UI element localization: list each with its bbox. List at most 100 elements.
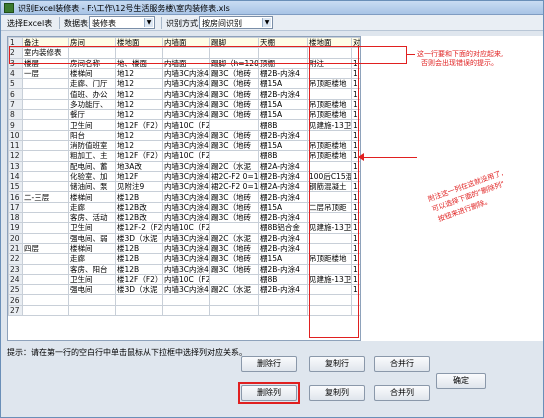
table-cell[interactable] [22, 263, 69, 275]
table-cell[interactable]: 楼12B [115, 253, 163, 265]
table-cell[interactable]: 踢3C（地砖 [209, 139, 259, 152]
table-cell[interactable]: 棚2B-内涂4 [258, 212, 308, 224]
row-number[interactable]: 18 [8, 212, 23, 224]
table-cell[interactable]: 踢2C（水泥 [209, 160, 259, 172]
row-number[interactable]: 5 [8, 78, 23, 90]
row-number[interactable]: 14 [8, 170, 23, 183]
table-cell[interactable]: 棚2B-内涂4 [258, 67, 308, 80]
table-cell[interactable]: 内墙3C内涂4 [162, 78, 210, 90]
merge-column-button[interactable]: 合并列 [374, 385, 430, 401]
table-cell[interactable]: 内墙3C内涂4 [162, 191, 210, 203]
table-cell[interactable]: 地3A改 [115, 160, 163, 172]
table-cell[interactable]: 踢3C（地砖 [209, 98, 259, 111]
table-cell[interactable]: 地12 [115, 78, 163, 90]
table-cell[interactable]: 地12 [115, 88, 163, 100]
table-cell[interactable] [22, 232, 69, 244]
table-cell[interactable]: 踢2C（水泥 [209, 232, 259, 244]
row-number[interactable]: 24 [8, 273, 23, 286]
table-cell[interactable]: 卫生间 [68, 273, 116, 286]
row-number[interactable]: 17 [8, 201, 23, 214]
table-cell[interactable]: 地12F（F2） [115, 150, 163, 162]
table-cell[interactable] [22, 212, 69, 224]
table-cell[interactable] [209, 119, 259, 131]
table-cell[interactable]: 踢2C（水泥 [209, 284, 259, 296]
row-number[interactable]: 12 [8, 150, 23, 162]
table-cell[interactable]: 踢3C（地砖 [209, 78, 259, 90]
table-cell[interactable] [258, 304, 308, 317]
table-cell[interactable]: 内墙3C内涂4 [162, 129, 210, 141]
table-cell[interactable]: 内墙10C（F2 [162, 222, 210, 234]
table-cell[interactable]: 棚2B-内涂4 [258, 232, 308, 244]
table-cell[interactable] [209, 304, 259, 317]
row-number[interactable]: 6 [8, 88, 23, 100]
table-cell[interactable]: 内墙3C内涂4 [162, 242, 210, 255]
table-cell[interactable]: 踢3C（地砖 [209, 191, 259, 203]
row-number[interactable]: 27 [8, 304, 23, 317]
table-cell[interactable]: 阳台 [68, 129, 116, 141]
table-cell[interactable]: 走廊 [68, 201, 116, 214]
table-cell[interactable]: 地12 [115, 129, 163, 141]
table-cell[interactable]: 内墙10C（F2 [162, 273, 210, 286]
table-cell[interactable] [162, 294, 210, 306]
identify-method-select[interactable]: 按房间识别 ▼ [199, 16, 273, 29]
table-cell[interactable]: 内墙3C内涂4 [162, 253, 210, 265]
table-cell[interactable]: 地12F [115, 170, 163, 183]
table-cell[interactable]: 一层 [22, 67, 69, 80]
table-cell[interactable]: 楼12F-2（F2） [115, 222, 163, 234]
table-cell[interactable] [209, 222, 259, 234]
table-cell[interactable] [22, 222, 69, 234]
table-cell[interactable] [22, 119, 69, 131]
table-cell[interactable] [22, 170, 69, 183]
table-cell[interactable] [68, 294, 116, 306]
table-cell[interactable]: 内墙3C内涂4 [162, 201, 210, 214]
table-cell[interactable]: 内墙3C内涂4 [162, 160, 210, 172]
table-cell[interactable] [22, 78, 69, 90]
row-number[interactable]: 25 [8, 284, 23, 296]
data-grid[interactable]: 1备注房间楼地面内墙面踢脚天棚楼地面对应楼层2室内装修表3楼层房间名称地、楼面内… [7, 36, 361, 341]
table-cell[interactable]: 楼12B [115, 191, 163, 203]
table-cell[interactable]: 粗加工、主 [68, 150, 116, 162]
table-cell[interactable] [68, 304, 116, 317]
table-cell[interactable] [115, 304, 163, 317]
row-number[interactable]: 22 [8, 253, 23, 265]
table-cell[interactable] [22, 88, 69, 100]
table-cell[interactable]: 棚15A [258, 78, 308, 90]
table-cell[interactable]: 消防值班室 [68, 139, 116, 152]
table-cell[interactable]: 内墙3C内涂4 [162, 98, 210, 111]
table-cell[interactable]: 内墙10C（F2 [162, 150, 210, 162]
row-number[interactable]: 11 [8, 139, 23, 152]
table-cell[interactable]: 棚15A [258, 253, 308, 265]
table-cell[interactable] [22, 109, 69, 121]
row-number[interactable]: 8 [8, 109, 23, 121]
table-cell[interactable]: 强电间 [68, 284, 116, 296]
table-cell[interactable]: 裙2C-F2 0=1 [209, 170, 259, 183]
table-cell[interactable]: 踢3C（地砖 [209, 67, 259, 80]
table-cell[interactable]: 内墙3C内涂4 [162, 170, 210, 183]
row-number[interactable]: 21 [8, 242, 23, 255]
table-cell[interactable] [115, 294, 163, 306]
table-cell[interactable]: 踢3C（地砖 [209, 242, 259, 255]
row-number[interactable]: 19 [8, 222, 23, 234]
table-cell[interactable]: 客房、阳台 [68, 263, 116, 275]
row-number[interactable]: 10 [8, 129, 23, 141]
table-cell[interactable] [22, 284, 69, 296]
table-cell[interactable]: 四层 [22, 242, 69, 255]
table-cell[interactable] [258, 294, 308, 306]
row-number[interactable]: 7 [8, 98, 23, 111]
table-cell[interactable]: 棚2A-内涂4 [258, 181, 308, 193]
table-cell[interactable] [22, 139, 69, 152]
table-cell[interactable]: 内墙3C内涂4 [162, 263, 210, 275]
table-cell[interactable]: 棚15A [258, 139, 308, 152]
table-cell[interactable]: 棚15A [258, 98, 308, 111]
table-cell[interactable] [209, 273, 259, 286]
table-cell[interactable]: 楼梯间 [68, 191, 116, 203]
table-cell[interactable]: 棚2B-内涂4 [258, 284, 308, 296]
table-cell[interactable] [22, 181, 69, 193]
table-cell[interactable] [162, 304, 210, 317]
table-cell[interactable]: 棚8B [258, 150, 308, 162]
table-cell[interactable]: 棚2B-内涂4 [258, 129, 308, 141]
table-cell[interactable]: 棚2B-内涂4 [258, 170, 308, 183]
table-cell[interactable]: 裙2C-F2 0=1 [209, 181, 259, 193]
table-cell[interactable]: 踢3C（地砖 [209, 109, 259, 121]
chevron-down-icon[interactable]: ▼ [262, 18, 271, 27]
